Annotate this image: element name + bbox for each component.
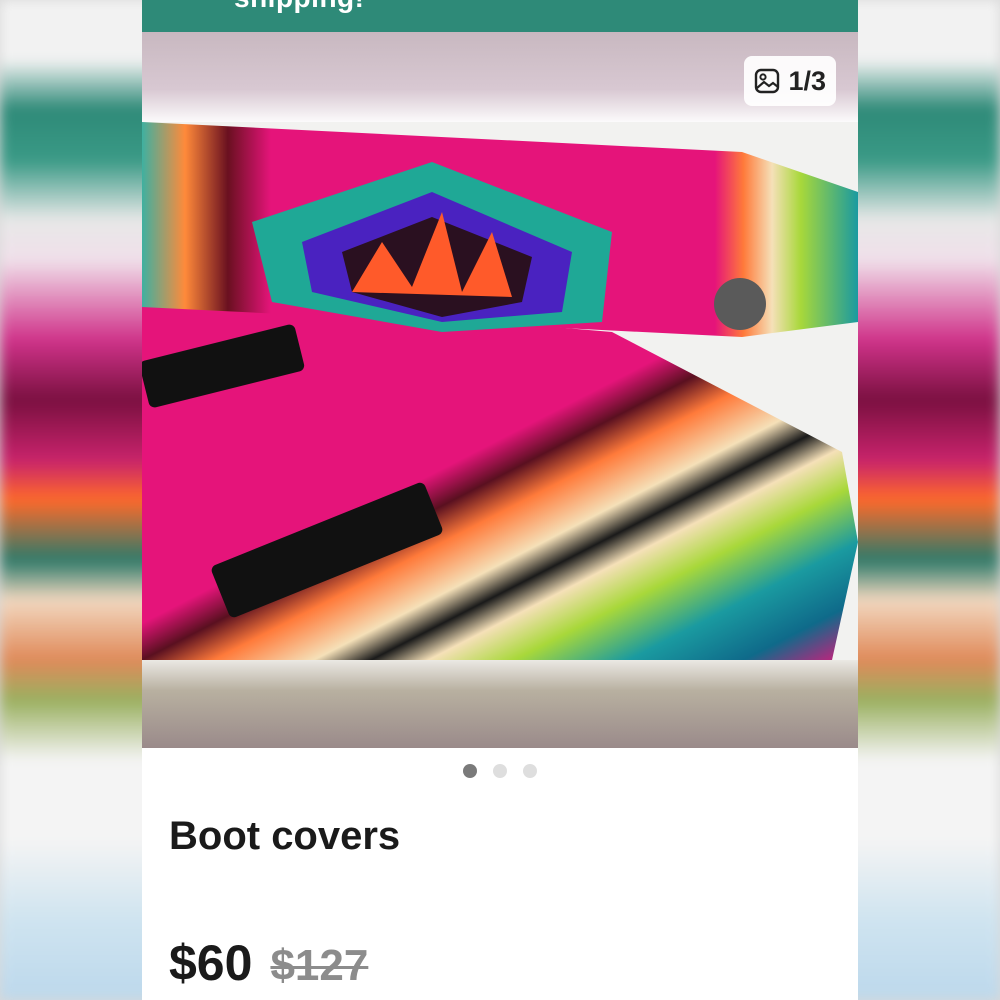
product-photo[interactable] [142,122,858,660]
photo-gallery[interactable]: 1/3 [142,32,858,748]
listing-panel: shipping! [142,0,858,1000]
shipping-banner: shipping! [142,0,858,32]
carousel-dot[interactable] [493,764,507,778]
listing-title: Boot covers [169,814,401,858]
carousel-dot[interactable] [523,764,537,778]
boot-covers-image [142,122,858,660]
banner-text: shipping! [234,0,364,14]
image-counter-text: 1/3 [788,65,826,96]
image-icon [755,68,780,94]
current-price: $60 [169,935,253,991]
price-row: $60 $127 [169,934,368,992]
original-price: $127 [270,941,369,990]
carousel-dots [142,764,858,778]
carousel-dot[interactable] [463,764,477,778]
image-counter: 1/3 [744,56,836,106]
